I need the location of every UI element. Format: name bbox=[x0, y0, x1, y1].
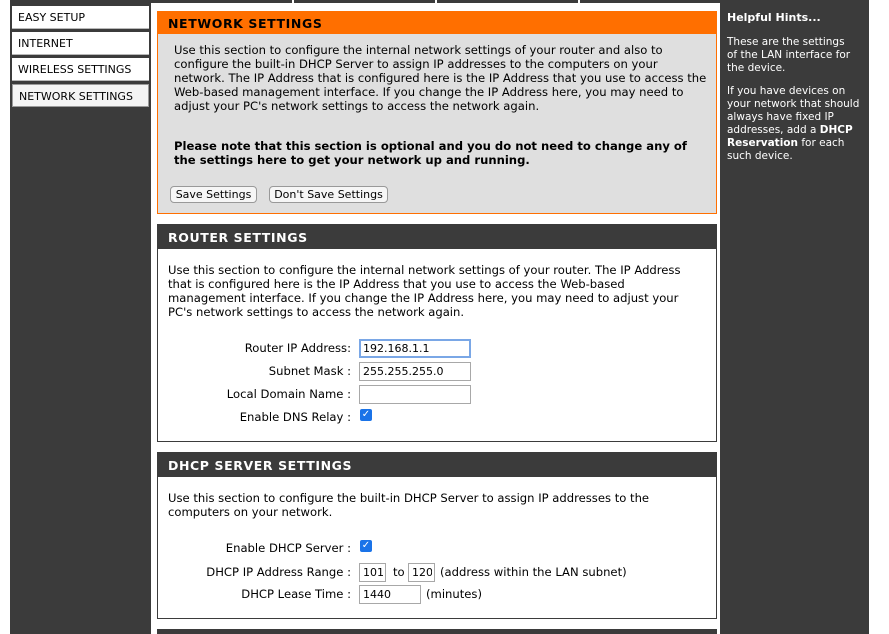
nav-item-wireless-settings[interactable]: WIRELESS SETTINGS bbox=[12, 58, 149, 81]
checkbox-checked-icon: ✓ bbox=[361, 409, 371, 420]
local-domain-input[interactable] bbox=[359, 385, 471, 404]
dns-relay-label: Enable DNS Relay : bbox=[239, 410, 351, 424]
checkbox-checked-icon: ✓ bbox=[361, 540, 371, 551]
helpful-hints-panel: Helpful Hints... These are the settings … bbox=[720, 0, 869, 634]
dont-save-settings-button[interactable]: Don't Save Settings bbox=[269, 186, 388, 203]
router-settings-title: ROUTER SETTINGS bbox=[158, 225, 716, 249]
nav-item-internet[interactable]: INTERNET bbox=[12, 32, 149, 55]
next-panel-header bbox=[157, 629, 717, 634]
main-content: NETWORK SETTINGS Use this section to con… bbox=[151, 3, 722, 634]
dhcp-range-end-input[interactable] bbox=[408, 563, 435, 582]
enable-dhcp-label: Enable DHCP Server : bbox=[225, 541, 351, 555]
nav-item-network-settings[interactable]: NETWORK SETTINGS bbox=[12, 84, 149, 107]
subnet-mask-label: Subnet Mask : bbox=[268, 364, 351, 378]
router-settings-description: Use this section to configure the intern… bbox=[168, 263, 681, 319]
subnet-mask-input[interactable] bbox=[359, 362, 471, 381]
dhcp-lease-label: DHCP Lease Time : bbox=[241, 587, 351, 601]
dhcp-range-note: (address within the LAN subnet) bbox=[440, 565, 627, 579]
dhcp-lease-unit: (minutes) bbox=[426, 587, 482, 601]
right-edge bbox=[869, 0, 889, 634]
dhcp-range-start-input[interactable] bbox=[359, 563, 386, 582]
dhcp-range-label: DHCP IP Address Range : bbox=[206, 565, 351, 579]
save-settings-button[interactable]: Save Settings bbox=[170, 186, 257, 203]
hints-title: Helpful Hints... bbox=[727, 11, 821, 24]
dhcp-lease-input[interactable] bbox=[359, 585, 421, 604]
network-settings-description: Use this section to configure the intern… bbox=[174, 43, 707, 113]
nav-item-easy-setup[interactable]: EASY SETUP bbox=[12, 6, 149, 29]
dhcp-server-panel: DHCP SERVER SETTINGS Use this section to… bbox=[157, 452, 717, 619]
router-settings-panel: ROUTER SETTINGS Use this section to conf… bbox=[157, 224, 717, 442]
network-settings-panel: NETWORK SETTINGS Use this section to con… bbox=[157, 11, 717, 214]
hints-paragraph-2: If you have devices on your network that… bbox=[727, 85, 867, 163]
dhcp-server-description: Use this section to configure the built-… bbox=[168, 491, 650, 519]
enable-dhcp-checkbox[interactable]: ✓ bbox=[360, 540, 372, 552]
network-settings-note: Please note that this section is optiona… bbox=[174, 139, 687, 167]
dns-relay-checkbox[interactable]: ✓ bbox=[360, 409, 372, 421]
hints-paragraph-1: These are the settings of the LAN interf… bbox=[727, 36, 851, 74]
left-nav: EASY SETUP INTERNET WIRELESS SETTINGS NE… bbox=[10, 0, 153, 634]
local-domain-label: Local Domain Name : bbox=[226, 387, 351, 401]
network-settings-title: NETWORK SETTINGS bbox=[158, 12, 716, 34]
router-ip-label: Router IP Address: bbox=[244, 341, 351, 355]
dhcp-range-to-label: to bbox=[393, 565, 405, 579]
router-ip-input[interactable] bbox=[359, 339, 471, 358]
dhcp-server-title: DHCP SERVER SETTINGS bbox=[158, 453, 716, 477]
